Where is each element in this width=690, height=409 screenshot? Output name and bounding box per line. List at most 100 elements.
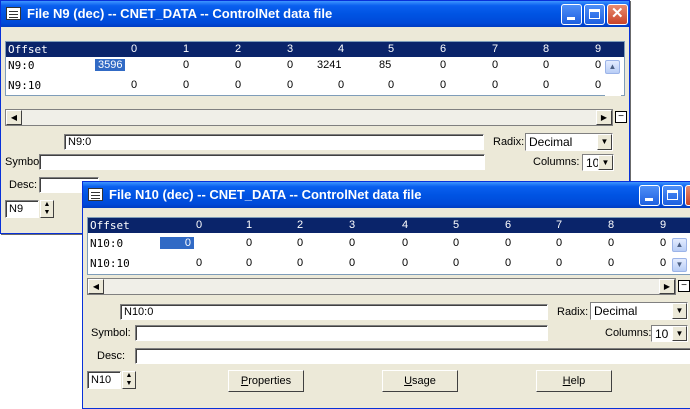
col-header: 1: [183, 43, 190, 55]
minimize-icon[interactable]: [561, 4, 582, 25]
vertical-scrollbar[interactable]: ▲ ▼: [672, 234, 688, 274]
table-cell[interactable]: 0: [160, 237, 194, 249]
address-field[interactable]: N10:0: [120, 304, 548, 320]
symbol-field[interactable]: [135, 325, 548, 341]
scroll-left-icon[interactable]: ◀: [88, 279, 104, 294]
dropdown-arrow-icon[interactable]: ▼: [597, 134, 612, 150]
usage-button[interactable]: Usage: [382, 370, 458, 392]
table-cell[interactable]: 0: [287, 79, 293, 91]
table-cell[interactable]: 0: [297, 237, 303, 249]
table-cell[interactable]: 0: [349, 257, 355, 269]
help-button[interactable]: Help: [536, 370, 612, 392]
collapse-button[interactable]: −: [678, 280, 690, 292]
horizontal-scrollbar[interactable]: ◀ ▶: [5, 109, 613, 126]
table-row: N9:0 3596 0 0 0 3241 85 0 0 0 0: [6, 58, 624, 78]
row-label: N10:0: [90, 237, 124, 250]
desc-label: Desc:: [97, 350, 126, 362]
col-header: 6: [440, 43, 447, 55]
title-bar[interactable]: File N10 (dec) -- CNET_DATA -- ControlNe…: [83, 182, 690, 208]
row-label: N10:10: [90, 257, 130, 270]
table-cell[interactable]: 0: [543, 59, 549, 71]
table-cell[interactable]: 0: [556, 257, 562, 269]
columns-select[interactable]: 10 ▼: [582, 154, 614, 171]
grid-header: Offset 0 1 2 3 4 5 6 7 8 9: [6, 42, 624, 57]
table-cell[interactable]: 0: [595, 79, 601, 91]
minimize-icon[interactable]: [639, 185, 660, 206]
table-cell[interactable]: 3596: [95, 59, 126, 71]
columns-value: 10: [655, 327, 669, 341]
desc-field[interactable]: [135, 348, 690, 364]
table-cell[interactable]: 0: [453, 257, 459, 269]
dropdown-arrow-icon[interactable]: ▼: [672, 326, 687, 341]
dropdown-arrow-icon[interactable]: ▼: [672, 303, 687, 319]
scroll-left-icon[interactable]: ◀: [6, 110, 22, 125]
table-cell[interactable]: 0: [196, 257, 202, 269]
table-cell[interactable]: 0: [608, 237, 614, 249]
radix-select[interactable]: Decimal ▼: [590, 302, 688, 320]
col-header: 9: [660, 219, 667, 231]
title-bar[interactable]: File N9 (dec) -- CNET_DATA -- ControlNet…: [1, 1, 629, 27]
table-cell[interactable]: 0: [505, 257, 511, 269]
table-cell[interactable]: 0: [440, 79, 446, 91]
table-cell[interactable]: 0: [453, 237, 459, 249]
symbol-field[interactable]: [39, 154, 485, 170]
spin-arrows-icon[interactable]: ▲ ▼: [122, 371, 136, 389]
maximize-icon[interactable]: [662, 185, 683, 206]
columns-select[interactable]: 10 ▼: [651, 325, 688, 342]
vertical-scrollbar[interactable]: ▲: [605, 58, 621, 96]
scroll-up-icon[interactable]: ▲: [605, 60, 620, 74]
table-cell[interactable]: 0: [297, 257, 303, 269]
scroll-right-icon[interactable]: ▶: [596, 110, 612, 125]
table-cell[interactable]: 0: [235, 79, 241, 91]
table-cell[interactable]: 0: [440, 59, 446, 71]
table-cell[interactable]: 0: [349, 237, 355, 249]
table-cell[interactable]: 0: [505, 237, 511, 249]
table-cell[interactable]: 0: [660, 257, 666, 269]
spin-arrows-icon[interactable]: ▲ ▼: [40, 200, 54, 218]
table-cell[interactable]: 0: [287, 59, 293, 71]
scroll-right-icon[interactable]: ▶: [659, 279, 675, 294]
horizontal-scrollbar[interactable]: ◀ ▶: [87, 278, 676, 295]
symbol-label: Symbol:: [91, 327, 131, 339]
address-field[interactable]: N9:0: [64, 134, 484, 150]
close-icon[interactable]: ✕: [607, 4, 628, 25]
col-header: 0: [196, 219, 203, 231]
table-cell[interactable]: 0: [338, 79, 344, 91]
table-cell[interactable]: 0: [492, 59, 498, 71]
radix-value: Decimal: [594, 304, 638, 318]
columns-label: Columns:: [605, 327, 652, 339]
table-cell[interactable]: 0: [595, 59, 601, 71]
table-cell[interactable]: 0: [556, 237, 562, 249]
help-label: elp: [570, 375, 586, 387]
table-cell[interactable]: 0: [246, 237, 252, 249]
table-cell[interactable]: 0: [131, 79, 137, 91]
table-cell[interactable]: 0: [402, 237, 408, 249]
desc-label: Desc:: [9, 179, 38, 191]
table-cell[interactable]: 0: [183, 59, 189, 71]
radix-label: Radix:: [493, 136, 525, 148]
maximize-icon[interactable]: [584, 4, 605, 25]
table-cell[interactable]: 0: [660, 237, 666, 249]
table-cell[interactable]: 0: [402, 257, 408, 269]
table-cell[interactable]: 0: [543, 79, 549, 91]
table-cell[interactable]: 85: [379, 59, 391, 71]
table-cell[interactable]: 0: [235, 59, 241, 71]
scroll-down-icon[interactable]: ▼: [672, 258, 687, 272]
table-cell[interactable]: 0: [608, 257, 614, 269]
file-number-field[interactable]: N9: [5, 200, 39, 218]
scroll-up-icon[interactable]: ▲: [672, 238, 687, 252]
table-cell[interactable]: 3241: [317, 59, 341, 71]
properties-button[interactable]: Properties: [228, 370, 304, 392]
table-cell[interactable]: 0: [183, 79, 189, 91]
col-header: 0: [131, 43, 138, 55]
table-cell[interactable]: 0: [246, 257, 252, 269]
radix-select[interactable]: Decimal ▼: [525, 133, 613, 151]
collapse-button[interactable]: −: [615, 111, 627, 123]
table-cell[interactable]: 0: [492, 79, 498, 91]
table-cell[interactable]: 0: [388, 79, 394, 91]
file-number-field[interactable]: N10: [87, 371, 121, 389]
window-title: File N9 (dec) -- CNET_DATA -- ControlNet…: [27, 6, 333, 21]
dropdown-arrow-icon[interactable]: ▼: [598, 155, 613, 170]
col-header: 6: [505, 219, 512, 231]
close-icon[interactable]: ✕: [685, 185, 690, 206]
